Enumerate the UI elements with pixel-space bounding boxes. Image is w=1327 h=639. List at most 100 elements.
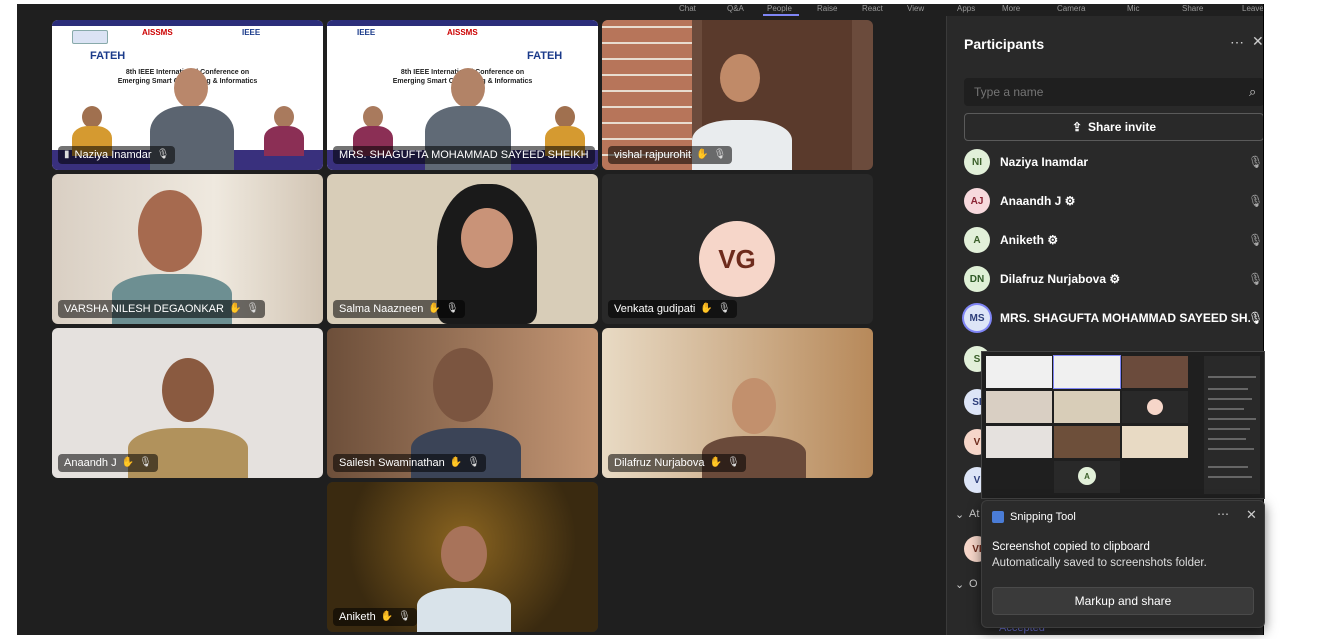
raised-hand-icon: ✋ bbox=[380, 611, 394, 622]
more-options-icon[interactable]: ⋯ bbox=[1230, 34, 1244, 51]
thumb-line bbox=[1208, 448, 1254, 450]
tab-more[interactable]: More bbox=[1002, 4, 1020, 13]
search-icon[interactable]: ⌕ bbox=[1249, 84, 1256, 100]
thumb-tile bbox=[1054, 426, 1120, 458]
video-tile[interactable]: VARSHA NILESH DEGAONKAR ✋ 🎙 bbox=[52, 174, 323, 324]
section-label: At bbox=[969, 508, 980, 520]
video-tile[interactable]: VG Venkata gudipati ✋ 🎙 bbox=[602, 174, 873, 324]
video-tile[interactable]: Sailesh Swaminathan ✋ 🎙 bbox=[327, 328, 598, 478]
mic-off-icon: 🎙 bbox=[246, 303, 260, 314]
video-tile[interactable]: vishal rajpurohit ✋ 🎙 bbox=[602, 20, 873, 170]
tab-leave[interactable]: Leave bbox=[1242, 4, 1263, 13]
participant-row[interactable]: NI Naziya Inamdar 🎙 bbox=[964, 147, 1263, 177]
mic-off-icon: 🎙 bbox=[156, 149, 170, 160]
thumb-tile bbox=[1122, 356, 1188, 388]
slide-text: FATEH bbox=[527, 50, 563, 62]
tab-apps[interactable]: Apps bbox=[957, 4, 975, 13]
thumb-tile bbox=[986, 391, 1052, 423]
raised-hand-icon: ✋ bbox=[700, 303, 713, 314]
tab-mic[interactable]: Mic bbox=[1127, 4, 1139, 13]
toast-subtext: Automatically saved to screenshots folde… bbox=[992, 557, 1207, 569]
thumb-line bbox=[1208, 428, 1250, 430]
toast-app-name: Snipping Tool bbox=[1010, 511, 1076, 523]
participant-name: MRS. SHAGUFTA MOHAMMAD SAYEED SH... bbox=[1000, 311, 1250, 325]
raised-hand-icon: ✋ bbox=[428, 303, 441, 314]
chevron-down-icon[interactable]: ⌄ bbox=[955, 508, 964, 521]
person bbox=[451, 68, 485, 108]
chevron-down-icon[interactable]: ⌄ bbox=[955, 578, 964, 591]
person bbox=[174, 68, 208, 108]
markup-and-share-button[interactable]: Markup and share bbox=[992, 587, 1254, 615]
participant-row[interactable]: MS MRS. SHAGUFTA MOHAMMAD SAYEED SH... 🎙 bbox=[964, 303, 1263, 333]
thumb-tile bbox=[1054, 356, 1120, 388]
raised-hand-icon: ✋ bbox=[228, 303, 242, 314]
person bbox=[732, 378, 776, 434]
nameplate: Dilafruz Nurjabova ✋ 🎙 bbox=[608, 454, 746, 472]
thumb-line bbox=[1208, 476, 1252, 478]
raised-hand-icon: ✋ bbox=[121, 457, 135, 468]
thumb-line bbox=[1208, 438, 1246, 440]
mic-off-icon: 🎙 bbox=[1248, 194, 1263, 208]
avatar: NI bbox=[964, 149, 990, 175]
tab-qa[interactable]: Q&A bbox=[727, 4, 744, 13]
avatar: VG bbox=[699, 221, 775, 297]
participant-name: Aniketh ⚙ bbox=[1000, 233, 1059, 247]
share-invite-button[interactable]: ⇪ Share invite bbox=[964, 113, 1263, 141]
thumb-tile: A bbox=[1054, 461, 1120, 493]
nameplate: Salma Naazneen ✋ 🎙 bbox=[333, 300, 465, 318]
tab-camera[interactable]: Camera bbox=[1057, 4, 1085, 13]
thumb-line bbox=[1208, 418, 1256, 420]
person bbox=[461, 208, 513, 268]
mic-off-icon: 🎙 bbox=[1248, 155, 1263, 169]
screenshot-preview[interactable]: A bbox=[981, 351, 1265, 499]
tab-chat[interactable]: Chat bbox=[679, 4, 696, 13]
tab-react[interactable]: React bbox=[862, 4, 883, 13]
mic-off-icon: 🎙 bbox=[139, 457, 152, 468]
thumb-avatar: A bbox=[1078, 467, 1096, 485]
person bbox=[720, 54, 760, 102]
participant-row[interactable]: AJ Anaandh J ⚙ 🎙 bbox=[964, 186, 1263, 216]
search-input[interactable] bbox=[964, 78, 1263, 106]
video-tile[interactable]: Aniketh ✋ 🎙 bbox=[327, 482, 598, 632]
close-icon[interactable]: ✕ bbox=[1246, 507, 1257, 523]
thumb-tile bbox=[986, 426, 1052, 458]
meeting-toolbar: Chat Q&A People Raise React View Apps Mo… bbox=[17, 4, 1263, 16]
snipping-tool-notification[interactable]: Snipping Tool ⋯ ✕ Screenshot copied to c… bbox=[981, 500, 1265, 628]
mic-off-icon: 🎙 bbox=[467, 457, 480, 468]
video-tile[interactable]: Anaandh J ✋ 🎙 bbox=[52, 328, 323, 478]
video-tile[interactable]: Dilafruz Nurjabova ✋ 🎙 bbox=[602, 328, 873, 478]
mic-off-icon: 🎙 bbox=[717, 303, 731, 314]
video-tile[interactable]: Salma Naazneen ✋ 🎙 bbox=[327, 174, 598, 324]
video-tile[interactable]: AISSMS IEEE FATEH 8th IEEE International… bbox=[52, 20, 323, 170]
nameplate: Aniketh ✋ 🎙 bbox=[333, 608, 417, 626]
person bbox=[417, 588, 511, 632]
person bbox=[82, 106, 102, 128]
section-label: O bbox=[969, 578, 978, 590]
mic-on-icon: 🎙 bbox=[1248, 311, 1263, 325]
person bbox=[441, 526, 487, 582]
panel-title: Participants bbox=[964, 36, 1045, 52]
nameplate: Sailesh Swaminathan ✋ 🎙 bbox=[333, 454, 486, 472]
raised-hand-icon: ✋ bbox=[696, 149, 709, 160]
close-icon[interactable]: ✕ bbox=[1252, 33, 1263, 50]
participant-name: Anaandh J ⚙ bbox=[1000, 194, 1076, 208]
nameplate: VARSHA NILESH DEGAONKAR ✋ 🎙 bbox=[58, 300, 266, 318]
active-tab-indicator bbox=[763, 14, 799, 16]
share-icon: ⇪ bbox=[1071, 120, 1083, 134]
more-options-icon[interactable]: ⋯ bbox=[1217, 507, 1229, 521]
tab-share[interactable]: Share bbox=[1182, 4, 1203, 13]
logo bbox=[72, 30, 108, 44]
thumb-tile bbox=[986, 356, 1052, 388]
avatar: DN bbox=[964, 266, 990, 292]
toast-message: Screenshot copied to clipboard bbox=[992, 541, 1150, 553]
person bbox=[274, 106, 294, 128]
video-tile[interactable]: IEEE AISSMS FATEH 8th IEEE International… bbox=[327, 20, 598, 170]
participant-row[interactable]: A Aniketh ⚙ 🎙 bbox=[964, 225, 1263, 255]
avatar: A bbox=[964, 227, 990, 253]
participant-row[interactable]: DN Dilafruz Nurjabova ⚙ 🎙 bbox=[964, 264, 1263, 294]
tab-people[interactable]: People bbox=[767, 4, 792, 13]
slide-stripe bbox=[52, 20, 323, 26]
tab-view[interactable]: View bbox=[907, 4, 924, 13]
mic-off-icon: 🎙 bbox=[445, 303, 459, 314]
tab-raise[interactable]: Raise bbox=[817, 4, 837, 13]
